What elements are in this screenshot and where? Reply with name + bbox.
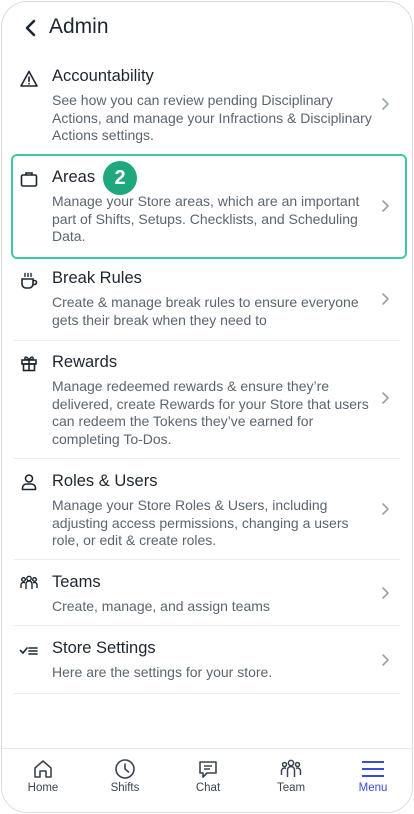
chevron-right-icon [382, 98, 389, 110]
item-title: Accountability [52, 67, 154, 85]
item-description: Here are the settings for your store. [52, 664, 273, 680]
tab-label: Home [27, 782, 59, 794]
item-description: See how you can review pending Disciplin… [52, 92, 372, 143]
menu-item-accountability[interactable]: Accountability See how you can review pe… [2, 54, 412, 147]
tab-label: Chat [195, 782, 221, 794]
back-arrow-icon[interactable] [20, 16, 42, 40]
clock-icon [115, 759, 135, 779]
item-description: Manage redeemed rewards & ensure they’re… [52, 378, 369, 447]
item-description: Manage your Store areas, which are an im… [52, 193, 360, 244]
chevron-right-icon [382, 587, 389, 599]
tab-label: Team [276, 782, 306, 794]
team-icon [280, 759, 302, 777]
checklist-icon [19, 647, 38, 655]
item-title: Teams [52, 573, 101, 591]
item-title: Roles & Users [52, 472, 158, 490]
item-title: Store Settings [52, 639, 156, 657]
tab-home[interactable]: Home [2, 757, 84, 794]
chevron-right-icon [382, 654, 389, 666]
menu-item-roles-users[interactable]: Roles & Users Manage your Store Roles & … [2, 459, 412, 560]
gift-icon [21, 356, 37, 372]
chevron-right-icon [382, 503, 389, 515]
tab-label: Menu [358, 782, 388, 794]
tab-shifts[interactable]: Shifts [84, 757, 166, 794]
home-icon [34, 760, 52, 778]
tab-team[interactable]: Team [250, 757, 332, 794]
item-title: Rewards [52, 353, 118, 371]
item-title: Break Rules [52, 269, 142, 287]
item-title: Areas [52, 168, 96, 186]
menu-item-teams[interactable]: Teams Create, manage, and assign teams [2, 560, 412, 626]
chevron-right-icon [382, 392, 389, 404]
app-header: Admin [2, 2, 412, 54]
tab-label: Shifts [110, 782, 140, 794]
item-description: Create, manage, and assign teams [52, 598, 270, 614]
chevron-right-icon [382, 200, 389, 212]
menu-item-store-settings[interactable]: Store Settings Here are the settings for… [2, 626, 412, 694]
teams-icon [20, 575, 38, 589]
bottom-tab-bar: Home Shifts Chat Team Menu [2, 748, 412, 812]
chat-icon [199, 761, 217, 778]
step-badge: 2 [103, 161, 137, 195]
divider [14, 693, 400, 694]
coffee-cup-icon [21, 272, 38, 289]
menu-item-areas[interactable]: Areas Manage your Store areas, which are… [2, 153, 412, 261]
user-icon [21, 474, 37, 491]
tab-chat[interactable]: Chat [167, 757, 249, 794]
menu-item-rewards[interactable]: Rewards Manage redeemed rewards & ensure… [2, 341, 412, 459]
phone-frame: Admin Accountability See how you can rev… [1, 1, 413, 813]
tab-menu[interactable]: Menu [332, 757, 412, 794]
menu-item-break-rules[interactable]: Break Rules Create & manage break rules … [2, 261, 412, 341]
item-description: Manage your Store Roles & Users, includi… [52, 497, 349, 548]
item-description: Create & manage break rules to ensure ev… [52, 294, 359, 328]
warning-icon [20, 70, 38, 87]
chevron-right-icon [382, 293, 389, 305]
hamburger-menu-icon [362, 761, 384, 777]
briefcase-icon [20, 172, 38, 187]
page-title: Admin [49, 15, 109, 38]
